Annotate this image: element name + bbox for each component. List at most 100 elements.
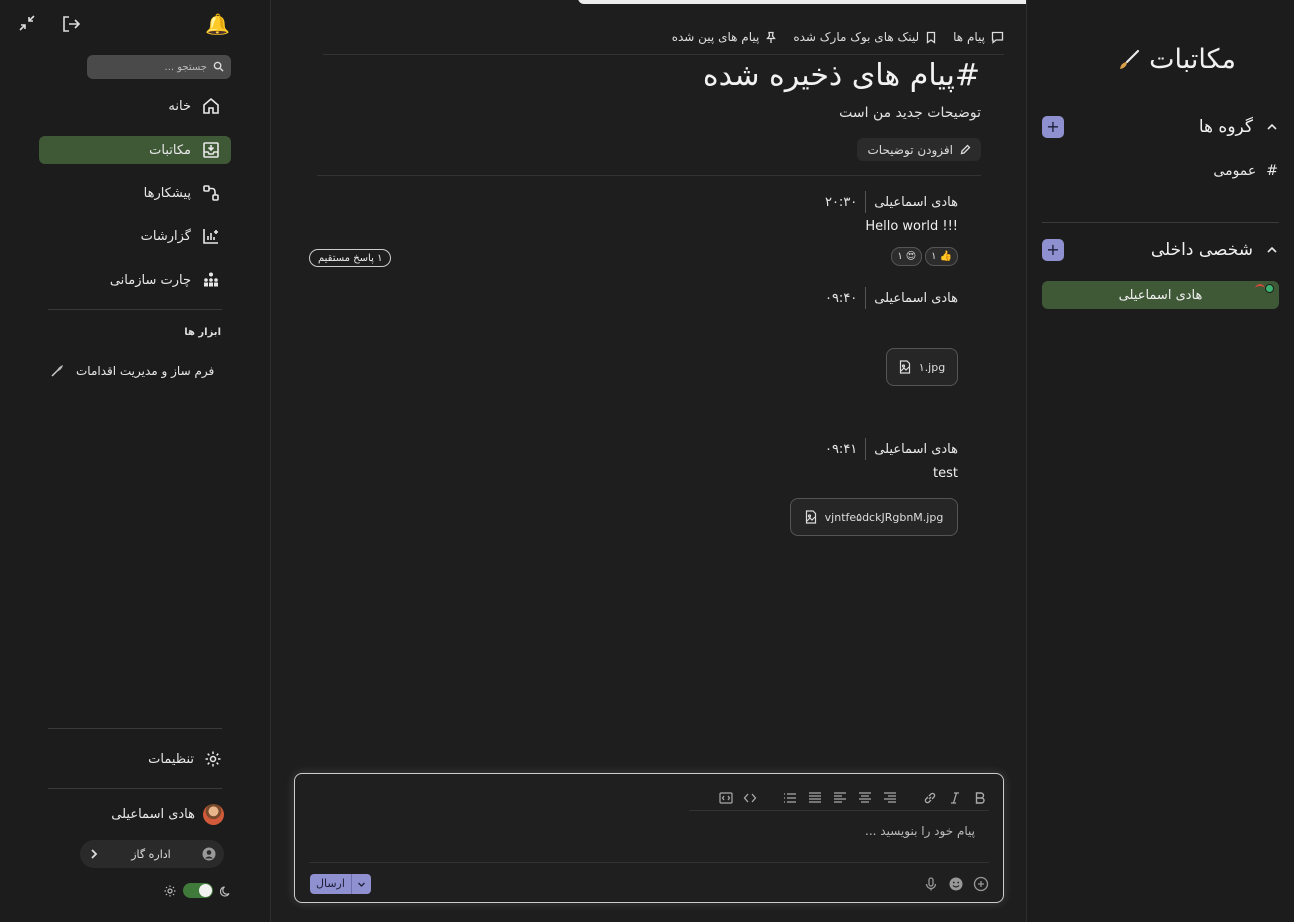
message-text: Hello world !!! — [865, 219, 958, 234]
message-author[interactable]: هادی اسماعیلی — [866, 442, 958, 457]
bookmark-icon — [925, 31, 937, 44]
nav-item-label: چارت سازمانی — [109, 272, 191, 288]
align-right-icon[interactable] — [883, 791, 897, 805]
logout-icon[interactable] — [61, 14, 81, 34]
tab-bookmarked-links[interactable]: لینک های بوک مارک شده — [793, 30, 937, 44]
theme-toggle[interactable] — [183, 883, 213, 898]
direct-user-name: هادی اسماعیلی — [1118, 287, 1203, 303]
nav-item-correspondence[interactable]: مکاتبات — [39, 136, 231, 164]
message-square-icon — [991, 31, 1004, 44]
channel-tabs: پیام ها لینک های بوک مارک شده پیام های پ… — [672, 27, 1004, 47]
tool-form-builder[interactable]: فرم ساز و مدیریت اقدامات — [50, 360, 222, 382]
emoji-icon[interactable] — [948, 876, 964, 892]
direct-section-header: + شخصی داخلی — [1042, 237, 1279, 263]
reaction-count: ۱ — [931, 251, 937, 262]
sidebar-divider — [48, 728, 222, 729]
message-item: هادی اسماعیلی ۰۹:۴۰ — [825, 287, 958, 309]
collapse-icon[interactable] — [18, 14, 36, 32]
gear-icon — [204, 750, 222, 768]
chart-icon — [201, 226, 221, 246]
bold-icon[interactable] — [973, 791, 987, 805]
current-user[interactable]: هادی اسماعیلی — [90, 803, 224, 825]
nav-item-reports[interactable]: گزارشات — [39, 222, 231, 250]
tab-label: لینک های بوک مارک شده — [793, 30, 920, 44]
channel-title: #پیام های ذخیره شده — [703, 58, 980, 93]
align-center-icon[interactable] — [858, 791, 872, 805]
file-attachment[interactable]: vjntfe۵dckJRgbnM.jpg — [790, 498, 958, 536]
composer-actions — [923, 876, 989, 892]
channel-title-text: پیام های ذخیره شده — [702, 58, 955, 93]
add-direct-button[interactable]: + — [1042, 239, 1064, 261]
nav-item-label: پیشکارها — [143, 185, 191, 201]
sidebar-divider — [48, 309, 222, 310]
chevron-up-icon[interactable] — [1265, 120, 1279, 134]
link-icon[interactable] — [923, 791, 937, 805]
search-icon — [213, 61, 224, 72]
moon-icon — [220, 885, 232, 897]
nav-item-home[interactable]: خانه — [39, 92, 231, 120]
file-image-icon — [899, 360, 911, 374]
tools-section-title: ابزار ها — [184, 327, 221, 338]
tab-label: پیام های پین شده — [671, 30, 760, 44]
thread-replies-button[interactable]: ۱ پاسخ مستقیم — [309, 249, 392, 267]
chevron-right-icon — [88, 848, 100, 860]
microphone-icon[interactable] — [923, 876, 939, 892]
bulleted-list-icon[interactable] — [783, 791, 797, 805]
organization-switcher[interactable]: اداره گاز — [80, 840, 224, 868]
message-author[interactable]: هادی اسماعیلی — [866, 291, 958, 306]
channel-name: عمومی — [1213, 163, 1257, 179]
message-time: ۲۰:۳۰ — [824, 194, 858, 210]
sidebar-search-input[interactable] — [87, 55, 231, 79]
add-attachment-icon[interactable] — [973, 876, 989, 892]
message-time: ۰۹:۴۱ — [824, 441, 858, 457]
direct-user-item[interactable]: هادی اسماعیلی — [1042, 281, 1279, 309]
groups-section-header: + گروه ها — [1042, 114, 1279, 140]
toolbar-divider — [689, 810, 989, 811]
align-justify-icon[interactable] — [808, 791, 822, 805]
brush-icon — [1117, 48, 1141, 72]
notification-bell-icon[interactable]: 🔔 — [205, 12, 230, 36]
message-composer: ارسال — [294, 773, 1004, 903]
reaction-love[interactable]: ۱ 😍 — [891, 247, 923, 266]
tab-label: پیام ها — [953, 30, 985, 44]
message-separator — [865, 287, 867, 309]
heart-eyes-emoji-icon: 😍 — [905, 251, 917, 262]
panel-title-text: مکاتبات — [1149, 44, 1236, 75]
thumbs-up-emoji-icon: 👍 — [939, 251, 952, 262]
theme-switch — [164, 883, 232, 898]
file-attachment[interactable]: ۱.jpg — [886, 348, 958, 386]
tab-pinned-messages[interactable]: پیام های پین شده — [672, 30, 778, 44]
code-block-icon[interactable] — [719, 791, 733, 805]
message-separator — [865, 191, 867, 213]
message-text: test — [933, 466, 958, 481]
panel-divider — [1042, 222, 1279, 223]
reaction-thumbs-up[interactable]: ۱ 👍 — [925, 247, 958, 266]
channel-item-general[interactable]: # عمومی — [1213, 160, 1278, 182]
message-author[interactable]: هادی اسماعیلی — [866, 195, 958, 210]
channels-panel: مکاتبات + گروه ها # عمومی + شخصی داخلی ه… — [1026, 0, 1294, 922]
nav-item-label: گزارشات — [140, 228, 191, 244]
settings-label: تنظیمات — [148, 751, 194, 767]
italic-icon[interactable] — [948, 791, 962, 805]
sidebar-divider — [48, 788, 222, 789]
add-description-label: افزودن توضیحات — [867, 142, 953, 157]
inbox-icon — [201, 140, 221, 160]
nav-item-org-chart[interactable]: چارت سازمانی — [39, 266, 231, 294]
tab-messages[interactable]: پیام ها — [953, 30, 1004, 44]
nav-item-workflows[interactable]: پیشکارها — [39, 179, 231, 207]
message-reactions: ۱ 😍 ۱ 👍 — [891, 247, 958, 266]
send-label: ارسال — [316, 877, 345, 890]
add-description-button[interactable]: افزودن توضیحات — [857, 138, 981, 161]
inline-code-icon[interactable] — [743, 791, 757, 805]
workflow-icon — [201, 183, 221, 203]
send-button[interactable]: ارسال — [310, 874, 371, 894]
chevron-down-icon[interactable] — [350, 874, 371, 894]
chevron-up-icon[interactable] — [1265, 243, 1279, 257]
top-search-bar[interactable] — [578, 0, 1078, 4]
align-left-icon[interactable] — [833, 791, 847, 805]
settings-button[interactable]: تنظیمات — [120, 748, 222, 770]
add-group-button[interactable]: + — [1042, 116, 1064, 138]
file-name: ۱.jpg — [918, 360, 946, 374]
message-input[interactable] — [309, 820, 975, 842]
feather-icon — [50, 364, 64, 378]
